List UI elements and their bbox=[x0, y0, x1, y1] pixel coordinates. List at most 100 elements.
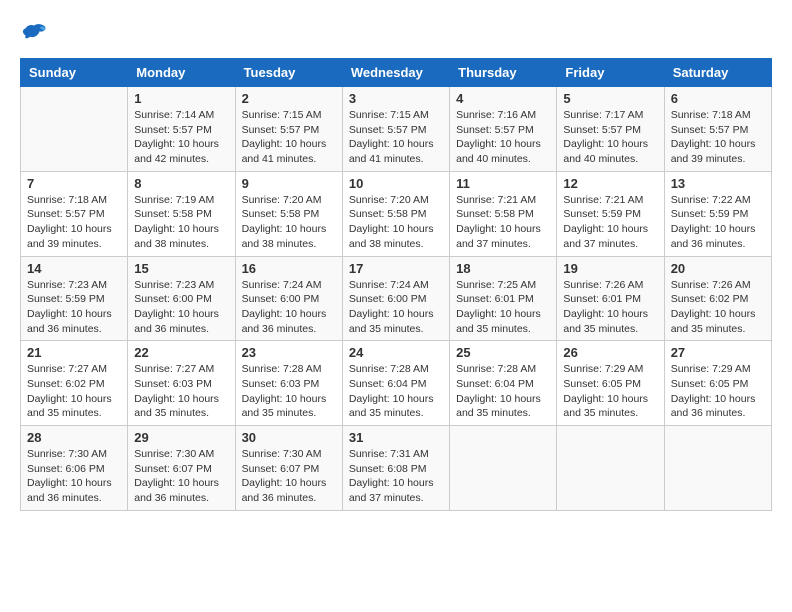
day-info: Sunrise: 7:18 AMSunset: 5:57 PMDaylight:… bbox=[671, 109, 756, 165]
day-number: 30 bbox=[242, 430, 336, 445]
day-info: Sunrise: 7:21 AMSunset: 5:59 PMDaylight:… bbox=[563, 194, 648, 250]
calendar-cell bbox=[664, 426, 771, 511]
page-header bbox=[20, 20, 772, 48]
day-number: 1 bbox=[134, 91, 228, 106]
calendar-cell: 26 Sunrise: 7:29 AMSunset: 6:05 PMDaylig… bbox=[557, 341, 664, 426]
day-number: 24 bbox=[349, 345, 443, 360]
day-number: 10 bbox=[349, 176, 443, 191]
day-number: 25 bbox=[456, 345, 550, 360]
day-info: Sunrise: 7:26 AMSunset: 6:01 PMDaylight:… bbox=[563, 279, 648, 335]
calendar-cell: 11 Sunrise: 7:21 AMSunset: 5:58 PMDaylig… bbox=[450, 171, 557, 256]
day-number: 29 bbox=[134, 430, 228, 445]
day-number: 4 bbox=[456, 91, 550, 106]
calendar-cell: 27 Sunrise: 7:29 AMSunset: 6:05 PMDaylig… bbox=[664, 341, 771, 426]
logo bbox=[20, 20, 52, 48]
day-number: 14 bbox=[27, 261, 121, 276]
calendar-cell: 21 Sunrise: 7:27 AMSunset: 6:02 PMDaylig… bbox=[21, 341, 128, 426]
calendar-body: 1 Sunrise: 7:14 AMSunset: 5:57 PMDayligh… bbox=[21, 87, 772, 511]
calendar-cell: 25 Sunrise: 7:28 AMSunset: 6:04 PMDaylig… bbox=[450, 341, 557, 426]
day-info: Sunrise: 7:24 AMSunset: 6:00 PMDaylight:… bbox=[242, 279, 327, 335]
day-info: Sunrise: 7:21 AMSunset: 5:58 PMDaylight:… bbox=[456, 194, 541, 250]
day-info: Sunrise: 7:15 AMSunset: 5:57 PMDaylight:… bbox=[242, 109, 327, 165]
calendar-cell bbox=[450, 426, 557, 511]
col-header-friday: Friday bbox=[557, 59, 664, 87]
day-info: Sunrise: 7:18 AMSunset: 5:57 PMDaylight:… bbox=[27, 194, 112, 250]
week-row-5: 28 Sunrise: 7:30 AMSunset: 6:06 PMDaylig… bbox=[21, 426, 772, 511]
day-info: Sunrise: 7:19 AMSunset: 5:58 PMDaylight:… bbox=[134, 194, 219, 250]
day-info: Sunrise: 7:23 AMSunset: 6:00 PMDaylight:… bbox=[134, 279, 219, 335]
day-info: Sunrise: 7:29 AMSunset: 6:05 PMDaylight:… bbox=[671, 363, 756, 419]
day-info: Sunrise: 7:17 AMSunset: 5:57 PMDaylight:… bbox=[563, 109, 648, 165]
calendar-cell: 8 Sunrise: 7:19 AMSunset: 5:58 PMDayligh… bbox=[128, 171, 235, 256]
day-number: 9 bbox=[242, 176, 336, 191]
day-info: Sunrise: 7:26 AMSunset: 6:02 PMDaylight:… bbox=[671, 279, 756, 335]
calendar-cell: 30 Sunrise: 7:30 AMSunset: 6:07 PMDaylig… bbox=[235, 426, 342, 511]
day-info: Sunrise: 7:25 AMSunset: 6:01 PMDaylight:… bbox=[456, 279, 541, 335]
logo-bird-icon bbox=[20, 20, 48, 48]
calendar-cell: 17 Sunrise: 7:24 AMSunset: 6:00 PMDaylig… bbox=[342, 256, 449, 341]
day-info: Sunrise: 7:30 AMSunset: 6:07 PMDaylight:… bbox=[242, 448, 327, 504]
day-number: 13 bbox=[671, 176, 765, 191]
week-row-4: 21 Sunrise: 7:27 AMSunset: 6:02 PMDaylig… bbox=[21, 341, 772, 426]
day-number: 22 bbox=[134, 345, 228, 360]
calendar-cell: 9 Sunrise: 7:20 AMSunset: 5:58 PMDayligh… bbox=[235, 171, 342, 256]
calendar-cell: 10 Sunrise: 7:20 AMSunset: 5:58 PMDaylig… bbox=[342, 171, 449, 256]
calendar-cell bbox=[557, 426, 664, 511]
day-number: 7 bbox=[27, 176, 121, 191]
day-number: 20 bbox=[671, 261, 765, 276]
calendar-cell: 6 Sunrise: 7:18 AMSunset: 5:57 PMDayligh… bbox=[664, 87, 771, 172]
calendar-cell: 24 Sunrise: 7:28 AMSunset: 6:04 PMDaylig… bbox=[342, 341, 449, 426]
day-number: 23 bbox=[242, 345, 336, 360]
day-info: Sunrise: 7:22 AMSunset: 5:59 PMDaylight:… bbox=[671, 194, 756, 250]
calendar-table: SundayMondayTuesdayWednesdayThursdayFrid… bbox=[20, 58, 772, 511]
day-info: Sunrise: 7:14 AMSunset: 5:57 PMDaylight:… bbox=[134, 109, 219, 165]
calendar-cell: 12 Sunrise: 7:21 AMSunset: 5:59 PMDaylig… bbox=[557, 171, 664, 256]
calendar-cell: 22 Sunrise: 7:27 AMSunset: 6:03 PMDaylig… bbox=[128, 341, 235, 426]
day-number: 26 bbox=[563, 345, 657, 360]
day-info: Sunrise: 7:15 AMSunset: 5:57 PMDaylight:… bbox=[349, 109, 434, 165]
calendar-cell: 19 Sunrise: 7:26 AMSunset: 6:01 PMDaylig… bbox=[557, 256, 664, 341]
day-number: 12 bbox=[563, 176, 657, 191]
day-number: 18 bbox=[456, 261, 550, 276]
col-header-sunday: Sunday bbox=[21, 59, 128, 87]
day-info: Sunrise: 7:31 AMSunset: 6:08 PMDaylight:… bbox=[349, 448, 434, 504]
day-info: Sunrise: 7:28 AMSunset: 6:04 PMDaylight:… bbox=[456, 363, 541, 419]
calendar-cell: 13 Sunrise: 7:22 AMSunset: 5:59 PMDaylig… bbox=[664, 171, 771, 256]
week-row-3: 14 Sunrise: 7:23 AMSunset: 5:59 PMDaylig… bbox=[21, 256, 772, 341]
day-number: 3 bbox=[349, 91, 443, 106]
calendar-cell: 7 Sunrise: 7:18 AMSunset: 5:57 PMDayligh… bbox=[21, 171, 128, 256]
calendar-header-row: SundayMondayTuesdayWednesdayThursdayFrid… bbox=[21, 59, 772, 87]
col-header-tuesday: Tuesday bbox=[235, 59, 342, 87]
day-number: 6 bbox=[671, 91, 765, 106]
day-info: Sunrise: 7:20 AMSunset: 5:58 PMDaylight:… bbox=[242, 194, 327, 250]
calendar-cell: 14 Sunrise: 7:23 AMSunset: 5:59 PMDaylig… bbox=[21, 256, 128, 341]
col-header-thursday: Thursday bbox=[450, 59, 557, 87]
day-number: 21 bbox=[27, 345, 121, 360]
day-number: 11 bbox=[456, 176, 550, 191]
calendar-cell: 1 Sunrise: 7:14 AMSunset: 5:57 PMDayligh… bbox=[128, 87, 235, 172]
day-number: 27 bbox=[671, 345, 765, 360]
day-number: 19 bbox=[563, 261, 657, 276]
day-info: Sunrise: 7:28 AMSunset: 6:04 PMDaylight:… bbox=[349, 363, 434, 419]
col-header-monday: Monday bbox=[128, 59, 235, 87]
calendar-cell: 20 Sunrise: 7:26 AMSunset: 6:02 PMDaylig… bbox=[664, 256, 771, 341]
day-info: Sunrise: 7:27 AMSunset: 6:02 PMDaylight:… bbox=[27, 363, 112, 419]
day-number: 31 bbox=[349, 430, 443, 445]
calendar-cell bbox=[21, 87, 128, 172]
day-info: Sunrise: 7:16 AMSunset: 5:57 PMDaylight:… bbox=[456, 109, 541, 165]
calendar-cell: 4 Sunrise: 7:16 AMSunset: 5:57 PMDayligh… bbox=[450, 87, 557, 172]
day-number: 28 bbox=[27, 430, 121, 445]
day-info: Sunrise: 7:30 AMSunset: 6:07 PMDaylight:… bbox=[134, 448, 219, 504]
calendar-cell: 31 Sunrise: 7:31 AMSunset: 6:08 PMDaylig… bbox=[342, 426, 449, 511]
day-number: 8 bbox=[134, 176, 228, 191]
calendar-cell: 16 Sunrise: 7:24 AMSunset: 6:00 PMDaylig… bbox=[235, 256, 342, 341]
day-info: Sunrise: 7:28 AMSunset: 6:03 PMDaylight:… bbox=[242, 363, 327, 419]
calendar-cell: 23 Sunrise: 7:28 AMSunset: 6:03 PMDaylig… bbox=[235, 341, 342, 426]
day-info: Sunrise: 7:27 AMSunset: 6:03 PMDaylight:… bbox=[134, 363, 219, 419]
day-info: Sunrise: 7:29 AMSunset: 6:05 PMDaylight:… bbox=[563, 363, 648, 419]
day-number: 17 bbox=[349, 261, 443, 276]
week-row-1: 1 Sunrise: 7:14 AMSunset: 5:57 PMDayligh… bbox=[21, 87, 772, 172]
col-header-saturday: Saturday bbox=[664, 59, 771, 87]
calendar-cell: 28 Sunrise: 7:30 AMSunset: 6:06 PMDaylig… bbox=[21, 426, 128, 511]
day-number: 15 bbox=[134, 261, 228, 276]
